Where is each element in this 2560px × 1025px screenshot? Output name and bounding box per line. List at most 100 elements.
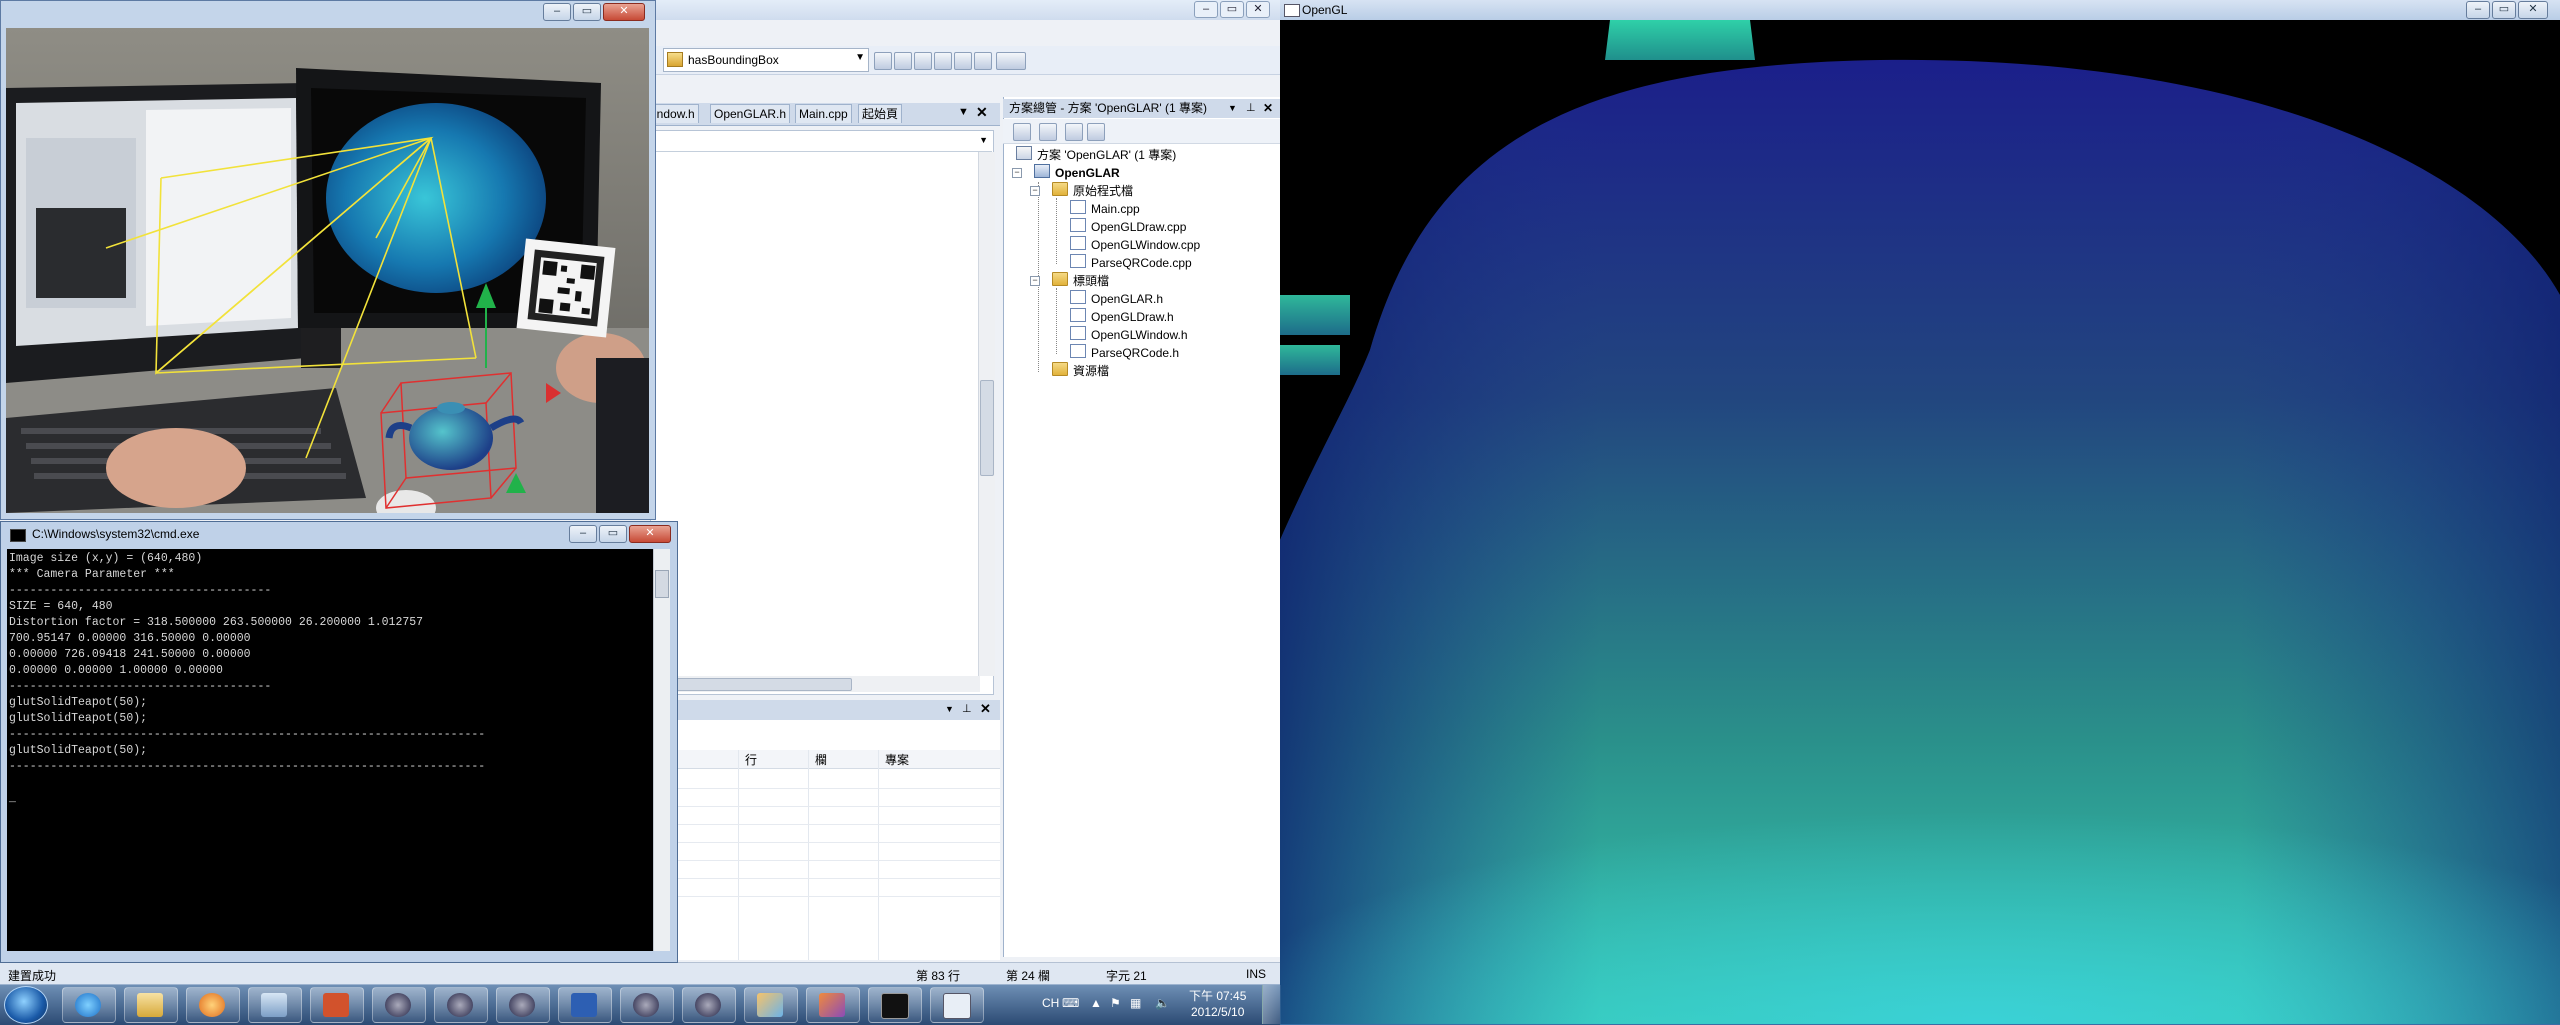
taskbar-powerpoint[interactable] xyxy=(310,987,364,1023)
action-center-icon[interactable]: ⚑ xyxy=(1110,996,1121,1010)
console-line: 0.00000 0.00000 1.00000 0.00000 xyxy=(9,664,223,677)
window-controls: – ▭ ✕ xyxy=(567,525,671,543)
network-icon[interactable]: ▦ xyxy=(1130,996,1141,1010)
close-button[interactable]: ✕ xyxy=(1246,1,1270,18)
code-editor[interactable] xyxy=(650,130,994,695)
taskbar-visual-studio[interactable] xyxy=(806,987,860,1023)
taskbar-explorer[interactable] xyxy=(124,987,178,1023)
minimize-button[interactable]: – xyxy=(569,525,597,543)
start-page-icon[interactable] xyxy=(954,52,972,70)
collapse-icon[interactable]: − xyxy=(1012,168,1022,178)
clock-time: 下午 07:45 xyxy=(1189,989,1247,1003)
close-button[interactable]: ✕ xyxy=(629,525,671,543)
status-char: 字元 21 xyxy=(1106,969,1147,983)
taskbar-ie[interactable] xyxy=(62,987,116,1023)
chevron-down-icon: ▼ xyxy=(855,52,865,63)
close-button[interactable]: ✕ xyxy=(2518,1,2548,19)
taskbar-opengl[interactable] xyxy=(930,987,984,1023)
show-desktop-button[interactable] xyxy=(1262,985,1281,1024)
view-code-icon[interactable] xyxy=(1065,123,1083,141)
taskbar-media-player[interactable] xyxy=(186,987,240,1023)
show-all-files-icon[interactable] xyxy=(1013,123,1031,141)
tab-window-h[interactable]: indow.h xyxy=(650,104,699,123)
file-item[interactable]: OpenGLDraw.cpp xyxy=(1070,218,1186,235)
taskbar-word[interactable] xyxy=(558,987,612,1023)
folder-source-files[interactable]: 原始程式檔 xyxy=(1052,182,1133,199)
maximize-button[interactable]: ▭ xyxy=(599,525,627,543)
close-icon[interactable]: ✕ xyxy=(1263,99,1273,118)
tab-start-page[interactable]: 起始頁 xyxy=(858,104,903,123)
artoolkit-icon xyxy=(633,993,659,1017)
pin-icon[interactable]: ⊥ xyxy=(1246,99,1256,118)
clock[interactable]: 下午 07:45 2012/5/10 xyxy=(1189,988,1246,1020)
volume-icon[interactable]: 🔈 xyxy=(1155,996,1170,1010)
file-item[interactable]: OpenGLWindow.h xyxy=(1070,326,1188,343)
solution-icon xyxy=(1016,146,1032,160)
properties-icon[interactable] xyxy=(1039,123,1057,141)
file-item[interactable]: Main.cpp xyxy=(1070,200,1140,217)
ime-indicator[interactable]: CH xyxy=(1042,996,1059,1010)
file-item[interactable]: OpenGLWindow.cpp xyxy=(1070,236,1200,253)
console-scroll-thumb[interactable] xyxy=(655,570,669,598)
tab-main-cpp[interactable]: Main.cpp xyxy=(795,104,852,123)
minimize-button[interactable]: – xyxy=(543,3,571,21)
console-output[interactable]: Image size (x,y) = (640,480) *** Camera P… xyxy=(7,549,659,951)
find-icon[interactable] xyxy=(874,52,892,70)
collapse-icon[interactable]: − xyxy=(1030,186,1040,196)
keyboard-icon[interactable]: ⌨ xyxy=(1062,996,1079,1010)
opengl-canvas[interactable] xyxy=(1280,20,2560,1024)
taskbar-artoolkit[interactable] xyxy=(682,987,736,1023)
file-item[interactable]: ParseQRCode.h xyxy=(1070,344,1179,361)
properties-icon[interactable] xyxy=(894,52,912,70)
folder-header-files[interactable]: 標頭檔 xyxy=(1052,272,1109,289)
file-item[interactable]: ParseQRCode.cpp xyxy=(1070,254,1192,271)
console-scrollbar[interactable] xyxy=(653,549,670,951)
pin-icon[interactable]: ⊥ xyxy=(962,702,972,715)
column-line[interactable]: 行 xyxy=(745,751,757,768)
taskbar-artoolkit[interactable] xyxy=(434,987,488,1023)
column-project[interactable]: 專案 xyxy=(885,751,909,768)
taskbar-artoolkit[interactable] xyxy=(620,987,674,1023)
member-combo[interactable]: ▼ xyxy=(650,131,992,152)
minimize-button[interactable]: – xyxy=(1194,1,1218,18)
close-tab-icon[interactable]: ✕ xyxy=(976,104,988,121)
more-tools-icon[interactable] xyxy=(996,52,1026,70)
grid-row xyxy=(650,806,1000,807)
console-line: SIZE = 640, 480 xyxy=(9,600,113,613)
project-node[interactable]: OpenGLAR xyxy=(1034,164,1120,181)
maximize-button[interactable]: ▭ xyxy=(1220,1,1244,18)
tab-dropdown-icon[interactable]: ▼ xyxy=(958,106,969,118)
taskbar-artoolkit[interactable] xyxy=(372,987,426,1023)
taskbar-folder[interactable] xyxy=(248,987,302,1023)
taskbar-artoolkit[interactable] xyxy=(496,987,550,1023)
close-icon[interactable]: ✕ xyxy=(980,701,991,717)
minimize-button[interactable]: – xyxy=(2466,1,2490,19)
chevron-down-icon[interactable]: ▼ xyxy=(1228,99,1237,118)
tab-openglar-h[interactable]: OpenGLAR.h xyxy=(710,104,791,123)
extension-icon[interactable] xyxy=(974,52,992,70)
maximize-button[interactable]: ▭ xyxy=(573,3,601,21)
solution-node[interactable]: 方案 'OpenGLAR' (1 專案) xyxy=(1016,146,1176,163)
configuration-select[interactable]: hasBoundingBox ▼ xyxy=(663,48,869,72)
collapse-icon[interactable]: − xyxy=(1030,276,1040,286)
console-line: glutSolidTeapot(50); xyxy=(9,696,148,709)
file-item[interactable]: OpenGLAR.h xyxy=(1070,290,1163,307)
toolbox-icon[interactable] xyxy=(914,52,932,70)
chevron-down-icon[interactable]: ▼ xyxy=(945,704,954,714)
maximize-button[interactable]: ▭ xyxy=(2492,1,2516,19)
file-item[interactable]: OpenGLDraw.h xyxy=(1070,308,1174,325)
tools-icon[interactable] xyxy=(934,52,952,70)
class-diagram-icon[interactable] xyxy=(1087,123,1105,141)
grid-row xyxy=(650,878,1000,879)
taskbar-paint[interactable] xyxy=(744,987,798,1023)
solution-explorer-toolbar xyxy=(1003,119,1280,144)
folder-resource-files[interactable]: 資源檔 xyxy=(1052,362,1109,379)
editor-hscroll-thumb[interactable] xyxy=(660,678,852,691)
close-button[interactable]: ✕ xyxy=(603,3,645,21)
editor-scroll-thumb[interactable] xyxy=(980,380,994,476)
column-col[interactable]: 欄 xyxy=(815,751,827,768)
show-hidden-icons[interactable]: ▲ xyxy=(1090,996,1102,1010)
start-button[interactable] xyxy=(4,986,48,1024)
word-icon xyxy=(571,993,597,1017)
taskbar-cmd[interactable] xyxy=(868,987,922,1023)
